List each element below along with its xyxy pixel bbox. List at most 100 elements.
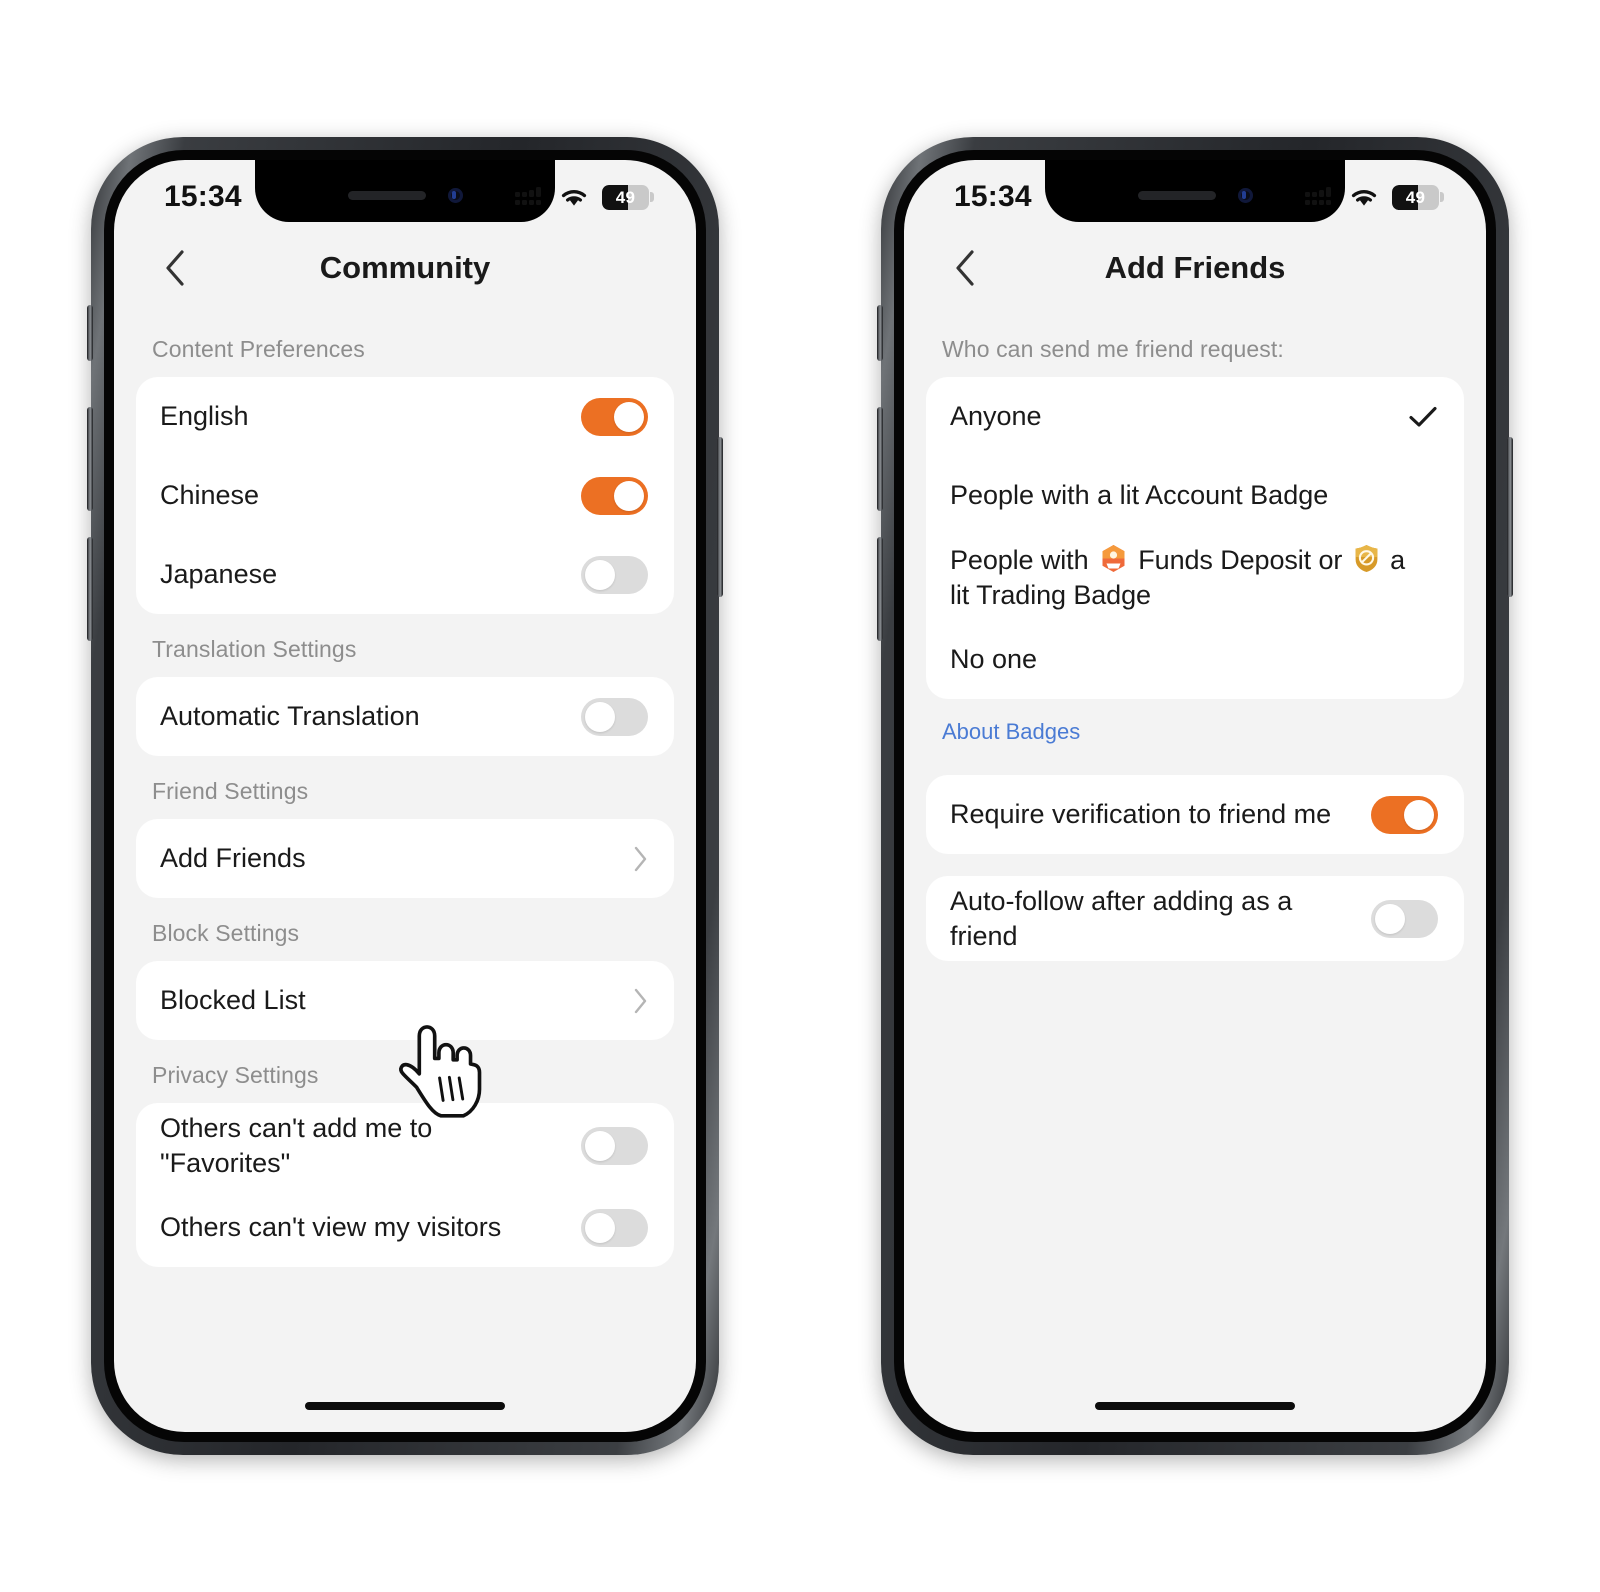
section-header-privacy-settings: Privacy Settings <box>152 1062 319 1088</box>
about-badges-link[interactable]: About Badges <box>942 719 1080 744</box>
row-label: Automatic Translation <box>160 701 420 732</box>
volume-down-button[interactable] <box>87 537 93 641</box>
home-indicator[interactable] <box>305 1402 505 1410</box>
chevron-right-icon <box>634 988 647 1013</box>
toggle-knob <box>614 480 644 511</box>
power-button[interactable] <box>717 437 723 597</box>
card-translation-settings: Automatic Translation <box>136 677 674 756</box>
row-japanese[interactable]: Japanese <box>136 535 674 614</box>
phone-bezel-right: 15:34 49 Add Friends Who can send me fri… <box>894 150 1496 1442</box>
section-header-translation-settings: Translation Settings <box>152 636 357 662</box>
toggle-knob <box>1375 903 1405 934</box>
toggle-chinese[interactable] <box>581 476 648 515</box>
row-auto-follow[interactable]: Auto-follow after adding as a friend <box>926 876 1464 961</box>
toggle-auto-follow[interactable] <box>1371 899 1438 938</box>
trading-badge-icon <box>1355 545 1378 572</box>
cellular-signal-icon <box>1305 187 1331 205</box>
status-bar-right: 15:34 49 <box>904 160 1486 222</box>
card-content-preferences: English Chinese Japanese <box>136 377 674 614</box>
row-add-friends[interactable]: Add Friends <box>136 819 674 898</box>
option-text-part-1: People with <box>950 545 1096 575</box>
option-text-part-2: Funds Deposit or <box>1130 545 1350 575</box>
back-button-left[interactable] <box>148 241 202 295</box>
battery-icon: 49 <box>1392 184 1439 210</box>
card-friend-settings: Add Friends <box>136 819 674 898</box>
option-label: No one <box>950 644 1038 675</box>
row-label: Auto-follow after adding as a friend <box>950 886 1293 951</box>
option-label: People with a lit Account Badge <box>950 480 1329 511</box>
battery-percent-label: 49 <box>1405 187 1426 207</box>
row-chinese[interactable]: Chinese <box>136 456 674 535</box>
about-badges-row: About Badges <box>926 699 1464 753</box>
row-blocked-list[interactable]: Blocked List <box>136 961 674 1040</box>
back-button-right[interactable] <box>938 241 992 295</box>
toggle-knob <box>1404 799 1434 830</box>
mute-switch-button[interactable] <box>877 305 883 361</box>
nav-bar-right: Add Friends <box>904 222 1486 314</box>
option-account-badge[interactable]: People with a lit Account Badge <box>926 456 1464 535</box>
volume-up-button[interactable] <box>87 407 93 511</box>
card-friend-request-options: Anyone People with a lit Account Badge P… <box>926 377 1464 700</box>
status-bar-left: 15:34 49 <box>114 160 696 222</box>
battery-percent-label: 49 <box>615 187 636 207</box>
row-automatic-translation[interactable]: Automatic Translation <box>136 677 674 756</box>
card-require-verification: Require verification to friend me <box>926 775 1464 855</box>
row-require-verification[interactable]: Require verification to friend me <box>926 775 1464 854</box>
wifi-icon <box>561 190 587 206</box>
add-friends-list: Who can send me friend request: Anyone P… <box>904 314 1486 1432</box>
screen-right: 15:34 49 Add Friends Who can send me fri… <box>904 160 1486 1432</box>
battery-cap <box>650 192 654 202</box>
nav-bar-left: Community <box>114 222 696 314</box>
row-visitors-privacy[interactable]: Others can't view my visitors <box>136 1188 674 1267</box>
card-block-settings: Blocked List <box>136 961 674 1040</box>
toggle-knob <box>585 559 615 590</box>
row-label: Require verification to friend me <box>950 799 1332 830</box>
card-privacy-settings: Others can't add me to "Favorites" Other… <box>136 1103 674 1268</box>
chevron-right-icon <box>634 846 647 871</box>
screenshot-stage: 15:34 49 Community Content Preferences E… <box>0 0 1600 1592</box>
toggle-english[interactable] <box>581 397 648 436</box>
toggle-knob <box>585 701 615 732</box>
toggle-automatic-translation[interactable] <box>581 697 648 736</box>
phone-right: 15:34 49 Add Friends Who can send me fri… <box>877 137 1513 1455</box>
home-indicator[interactable] <box>1095 1402 1295 1410</box>
card-auto-follow: Auto-follow after adding as a friend <box>926 876 1464 962</box>
row-label: Add Friends <box>160 843 306 874</box>
phone-bezel-left: 15:34 49 Community Content Preferences E… <box>104 150 706 1442</box>
row-label: English <box>160 401 249 432</box>
wifi-icon <box>1351 190 1377 206</box>
row-favorites-privacy[interactable]: Others can't add me to "Favorites" <box>136 1103 674 1188</box>
mute-switch-button[interactable] <box>87 305 93 361</box>
option-label: People with Funds Deposit or a lit Tradi… <box>950 543 1438 612</box>
option-funds-trading-badge[interactable]: People with Funds Deposit or a lit Tradi… <box>926 535 1464 620</box>
volume-down-button[interactable] <box>877 537 883 641</box>
chevron-left-icon <box>166 250 184 286</box>
row-label: Blocked List <box>160 985 306 1016</box>
volume-up-button[interactable] <box>877 407 883 511</box>
option-no-one[interactable]: No one <box>926 620 1464 699</box>
settings-list-left: Content Preferences English Chinese Japa… <box>114 314 696 1432</box>
row-label: Others can't add me to "Favorites" <box>160 1113 433 1178</box>
section-header-friend-settings: Friend Settings <box>152 778 309 804</box>
status-time: 15:34 <box>954 180 1032 213</box>
option-anyone[interactable]: Anyone <box>926 377 1464 456</box>
toggle-visitors-privacy[interactable] <box>581 1208 648 1247</box>
toggle-require-verification[interactable] <box>1371 795 1438 834</box>
row-label: Others can't view my visitors <box>160 1212 502 1243</box>
chevron-left-icon <box>956 250 974 286</box>
status-time: 15:34 <box>164 180 242 213</box>
power-button[interactable] <box>1507 437 1513 597</box>
toggle-favorites-privacy[interactable] <box>581 1126 648 1165</box>
phone-left: 15:34 49 Community Content Preferences E… <box>87 137 723 1455</box>
row-english[interactable]: English <box>136 377 674 456</box>
section-header-block-settings: Block Settings <box>152 920 300 946</box>
option-label: Anyone <box>950 401 1042 432</box>
section-header-content-preferences: Content Preferences <box>152 336 365 362</box>
toggle-japanese[interactable] <box>581 555 648 594</box>
question-label: Who can send me friend request: <box>942 336 1284 362</box>
funds-deposit-badge-icon <box>1102 545 1125 572</box>
battery-cap <box>1440 192 1444 202</box>
cellular-signal-icon <box>515 187 541 205</box>
